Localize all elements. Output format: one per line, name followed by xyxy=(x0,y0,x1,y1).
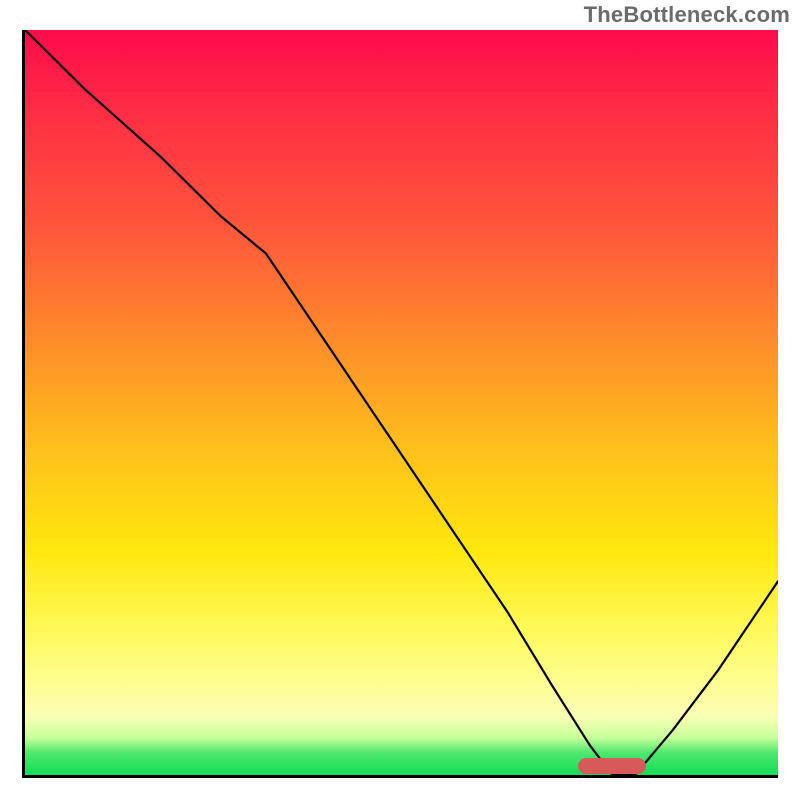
plot-area xyxy=(22,30,778,778)
optimal-range-pill xyxy=(578,758,646,774)
watermark-text: TheBottleneck.com xyxy=(584,2,790,28)
chart-stage: TheBottleneck.com xyxy=(0,0,800,800)
bottleneck-curve xyxy=(25,30,778,775)
bottleneck-curve-path xyxy=(25,30,778,775)
